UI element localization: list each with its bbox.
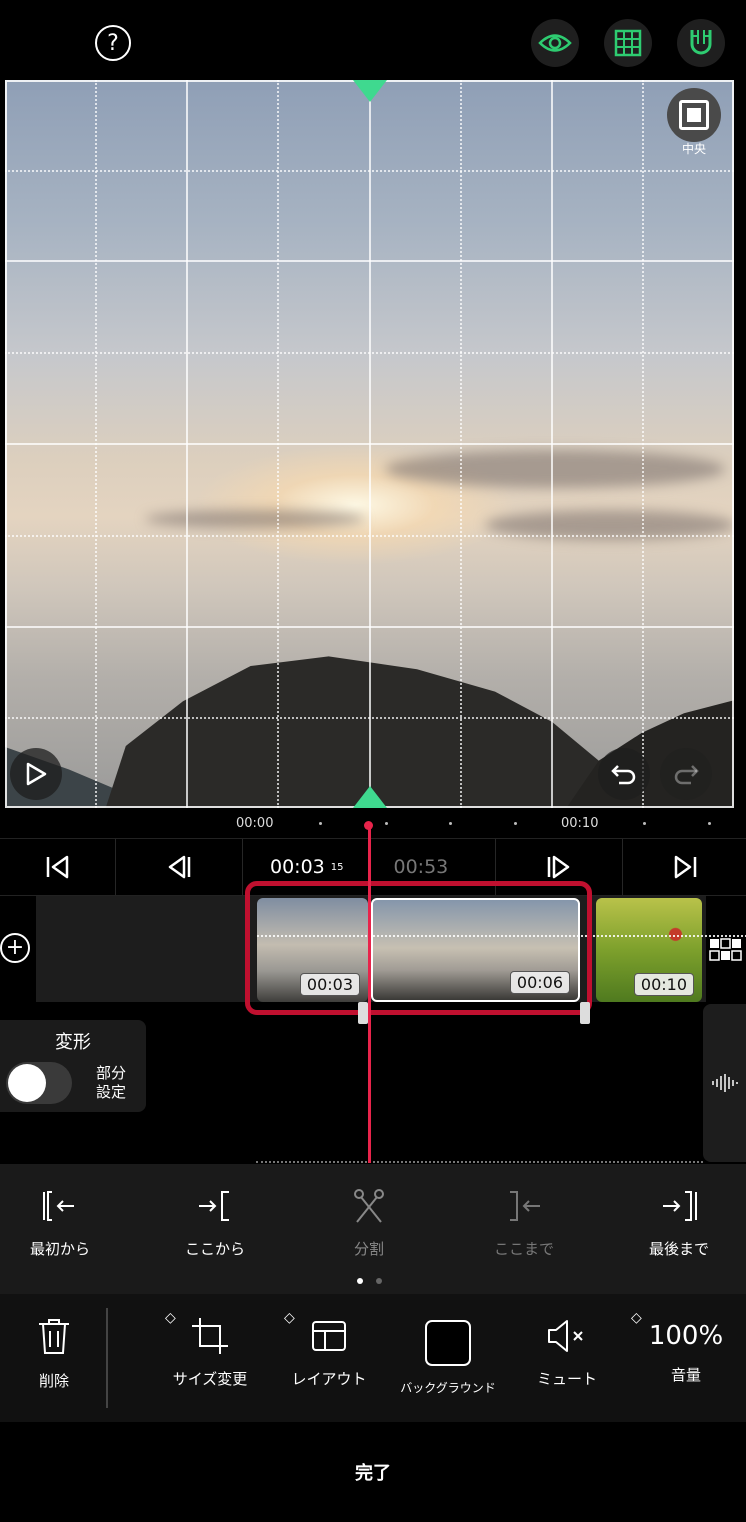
redo-icon: [674, 765, 699, 785]
jump-to-start-button[interactable]: [0, 839, 116, 895]
step-forward-icon: [547, 855, 570, 879]
previous-frame-button[interactable]: [116, 839, 243, 895]
mute-button[interactable]: ミュート: [507, 1316, 627, 1389]
arrow-bracket-icon: [199, 1191, 229, 1221]
grid-icon: [614, 29, 642, 57]
bottom-actions-row: 削除 ◇ サイズ変更 ◇ レイアウト バックグラウンド ミュート ◇ 100% …: [0, 1294, 746, 1422]
playhead[interactable]: [368, 825, 371, 1163]
background-swatch: [425, 1320, 471, 1366]
time-ruler: 00:00 00:10: [0, 810, 746, 840]
partial-setting-toggle[interactable]: [6, 1062, 72, 1104]
action-label: 音量: [670, 1366, 701, 1384]
arrow-bracket-right-icon: [663, 1191, 697, 1221]
toggle-label-line1: 部分: [95, 1064, 126, 1082]
background-button[interactable]: バックグラウンド: [388, 1316, 508, 1396]
delete-button[interactable]: 削除: [0, 1316, 114, 1391]
trim-from-start-button[interactable]: 最初から: [0, 1188, 120, 1259]
play-icon: [26, 762, 47, 786]
layout-button[interactable]: ◇ レイアウト: [269, 1310, 389, 1389]
help-icon[interactable]: ?: [95, 25, 131, 61]
trim-from-here-button[interactable]: ここから: [155, 1188, 275, 1259]
page-indicator[interactable]: [376, 1278, 382, 1284]
scissors-icon: [354, 1189, 384, 1223]
grid-view-icon: [709, 938, 742, 961]
volume-button[interactable]: ◇ 100% 音量: [626, 1310, 746, 1385]
play-button[interactable]: [10, 748, 62, 800]
preview-eye-button[interactable]: [531, 19, 579, 67]
center-label: 中央: [681, 142, 706, 156]
volume-value: 100%: [648, 1321, 724, 1351]
eye-icon: [538, 34, 572, 52]
audio-waveform-button[interactable]: [703, 1004, 746, 1162]
add-clip-button[interactable]: +: [0, 933, 30, 963]
action-label: ミュート: [536, 1370, 597, 1388]
page-indicator-active: [357, 1278, 363, 1284]
keyframe-diamond-icon: ◇: [284, 1310, 295, 1326]
edit-actions-row: 最初から ここから 分割 ここまで 最後まで: [0, 1164, 746, 1294]
toggle-label-line2: 設定: [95, 1083, 126, 1101]
undo-icon: [611, 765, 636, 785]
grid-toggle-button[interactable]: [604, 19, 652, 67]
trim-handle-right[interactable]: [580, 1002, 590, 1024]
divider: [106, 1308, 108, 1408]
bracket-left-arrow-icon: [43, 1191, 74, 1221]
current-time: 00:03: [270, 856, 325, 878]
trim-to-here-button[interactable]: ここまで: [464, 1188, 584, 1259]
keyframe-diamond-icon: ◇: [631, 1310, 642, 1326]
center-button[interactable]: [667, 88, 721, 142]
transform-panel: 変形 部分 設定: [0, 1020, 146, 1112]
top-bar: ?: [0, 0, 746, 80]
selection-highlight: [245, 881, 592, 1015]
layout-icon: [312, 1321, 346, 1351]
split-button[interactable]: 分割: [309, 1188, 429, 1259]
action-label: ここまで: [493, 1240, 554, 1258]
ruler-time-10: 00:10: [561, 816, 599, 831]
action-label: バックグラウンド: [400, 1381, 496, 1395]
waveform-icon: [711, 1074, 738, 1092]
action-label: 最初から: [29, 1240, 90, 1258]
step-back-icon: [168, 855, 191, 879]
audio-track-line: [256, 1161, 703, 1163]
magnet-snap-button[interactable]: [677, 19, 725, 67]
action-label: 削除: [38, 1372, 69, 1390]
speaker-mute-icon: [548, 1320, 583, 1352]
clip-grid-button[interactable]: [709, 937, 743, 963]
clip-duration: 00:10: [633, 973, 694, 996]
resize-button[interactable]: ◇ サイズ変更: [150, 1310, 270, 1389]
action-label: 分割: [353, 1240, 384, 1258]
trash-icon: [39, 1319, 69, 1354]
bottom-center-marker: [353, 786, 387, 808]
redo-button[interactable]: [660, 748, 712, 800]
trim-handle-left[interactable]: [358, 1002, 368, 1024]
action-label: ここから: [184, 1240, 245, 1258]
magnet-icon: [690, 30, 712, 55]
video-preview[interactable]: 中央: [5, 80, 734, 808]
skip-to-start-icon: [46, 855, 68, 879]
transform-title: 変形: [55, 1032, 91, 1053]
trim-to-end-button[interactable]: 最後まで: [619, 1188, 739, 1259]
current-frame: 15: [330, 861, 344, 873]
bracket-arrow-icon: [510, 1191, 540, 1221]
total-time: 00:53: [393, 856, 449, 878]
action-label: サイズ変更: [172, 1370, 248, 1388]
keyframe-diamond-icon: ◇: [165, 1310, 176, 1326]
jump-to-end-button[interactable]: [623, 839, 746, 895]
skip-to-end-icon: [674, 855, 696, 879]
action-label: レイアウト: [291, 1370, 367, 1388]
done-button[interactable]: 完了: [0, 1422, 746, 1522]
ruler-time-start: 00:00: [236, 816, 274, 831]
center-square-icon: [679, 100, 709, 130]
top-center-marker: [353, 80, 387, 102]
timeline-clip[interactable]: 00:10: [596, 898, 702, 1002]
undo-button[interactable]: [598, 748, 650, 800]
action-label: 最後まで: [648, 1240, 709, 1258]
crop-icon: [192, 1318, 228, 1354]
